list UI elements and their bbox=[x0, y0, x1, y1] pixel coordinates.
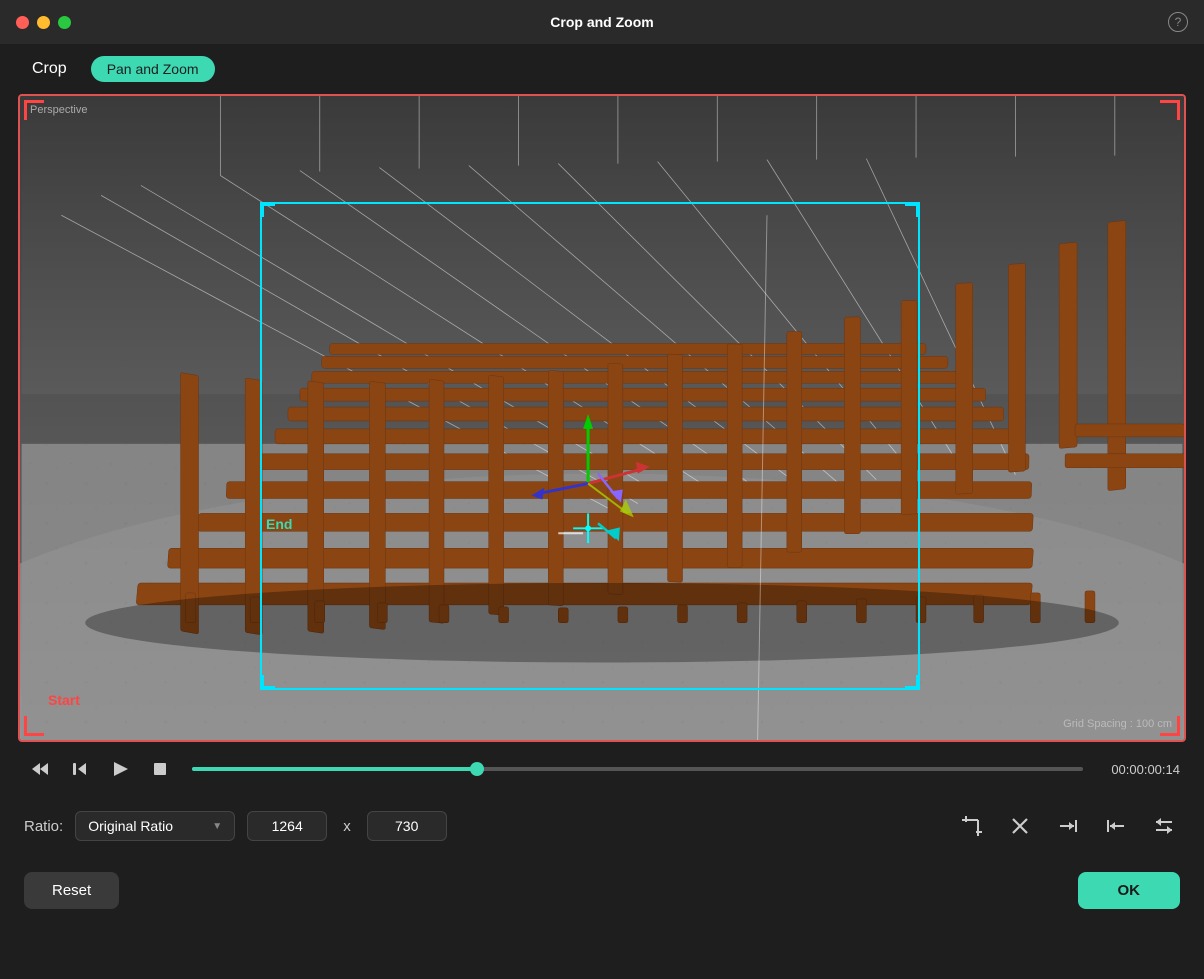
start-label: Start bbox=[48, 692, 80, 708]
viewport-corner-tr bbox=[1160, 100, 1180, 120]
ratio-selected-value: Original Ratio bbox=[88, 818, 173, 834]
maximize-button[interactable] bbox=[58, 16, 71, 29]
minimize-button[interactable] bbox=[37, 16, 50, 29]
ratio-dropdown[interactable]: Original Ratio ▼ bbox=[75, 811, 235, 841]
align-left-button[interactable] bbox=[1100, 810, 1132, 842]
width-input[interactable] bbox=[247, 811, 327, 841]
playback-slider[interactable] bbox=[192, 766, 1083, 772]
stop-button[interactable] bbox=[144, 753, 176, 785]
action-bar: Reset OK bbox=[0, 856, 1204, 925]
ratio-bar: Ratio: Original Ratio ▼ x bbox=[0, 796, 1204, 856]
ok-button[interactable]: OK bbox=[1078, 872, 1181, 909]
controls-bar: 00:00:00:14 bbox=[0, 742, 1204, 796]
perspective-label: Perspective bbox=[30, 104, 87, 116]
close-ratio-button[interactable] bbox=[1004, 810, 1036, 842]
chevron-down-icon: ▼ bbox=[212, 821, 222, 832]
tab-bar: Crop Pan and Zoom bbox=[0, 44, 1204, 94]
scene-canvas: Perspective Start End Grid Spacing : 100… bbox=[20, 96, 1184, 740]
dimension-separator: x bbox=[343, 818, 351, 835]
help-icon[interactable]: ? bbox=[1168, 12, 1188, 32]
time-display: 00:00:00:14 bbox=[1111, 762, 1180, 777]
viewport[interactable]: Perspective Start End Grid Spacing : 100… bbox=[18, 94, 1186, 742]
align-right-button[interactable] bbox=[1052, 810, 1084, 842]
traffic-lights bbox=[16, 16, 71, 29]
window-title: Crop and Zoom bbox=[550, 14, 653, 30]
crop-resize-button[interactable] bbox=[956, 810, 988, 842]
reset-button[interactable]: Reset bbox=[24, 872, 119, 909]
close-button[interactable] bbox=[16, 16, 29, 29]
skip-back-button[interactable] bbox=[24, 753, 56, 785]
grid-spacing-label: Grid Spacing : 100 cm bbox=[1063, 718, 1172, 730]
play-button[interactable] bbox=[104, 753, 136, 785]
end-label: End bbox=[266, 516, 292, 532]
title-bar: Crop and Zoom ? bbox=[0, 0, 1204, 44]
scene-svg bbox=[20, 96, 1184, 740]
slider-track bbox=[192, 767, 1083, 771]
swap-dimensions-button[interactable] bbox=[1148, 810, 1180, 842]
ratio-label: Ratio: bbox=[24, 818, 63, 835]
height-input[interactable] bbox=[367, 811, 447, 841]
tab-pan-zoom[interactable]: Pan and Zoom bbox=[91, 56, 215, 82]
slider-thumb[interactable] bbox=[470, 762, 484, 776]
step-back-button[interactable] bbox=[64, 753, 96, 785]
viewport-corner-bl bbox=[24, 716, 44, 736]
tab-crop[interactable]: Crop bbox=[24, 56, 75, 82]
slider-fill bbox=[192, 767, 477, 771]
ratio-actions bbox=[956, 810, 1180, 842]
